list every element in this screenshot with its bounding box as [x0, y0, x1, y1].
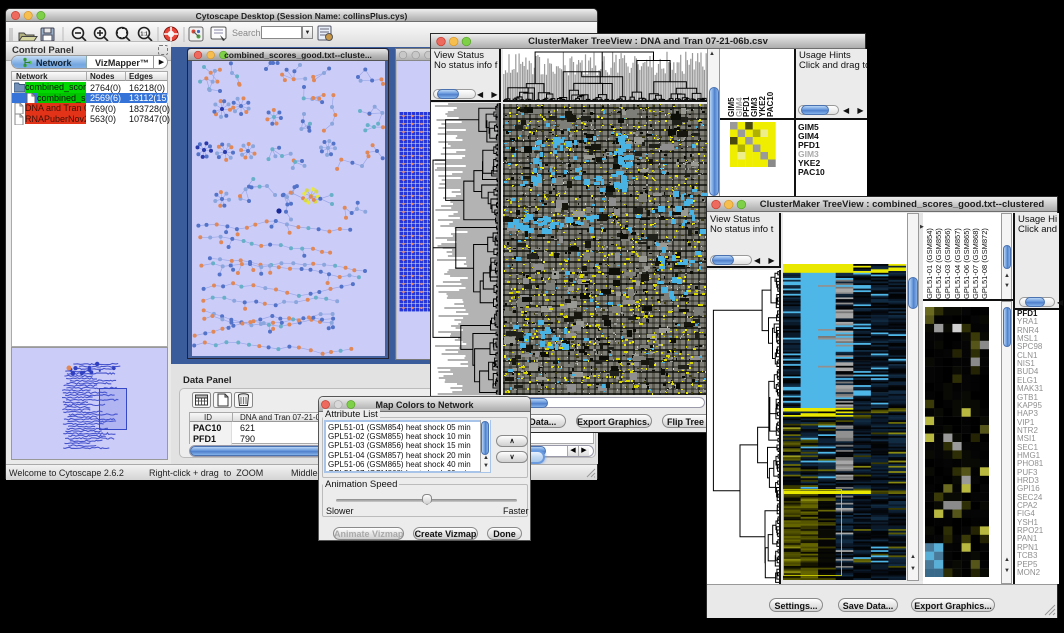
svg-text:Search:: Search:	[232, 28, 263, 38]
svg-text:1:1: 1:1	[141, 32, 148, 38]
